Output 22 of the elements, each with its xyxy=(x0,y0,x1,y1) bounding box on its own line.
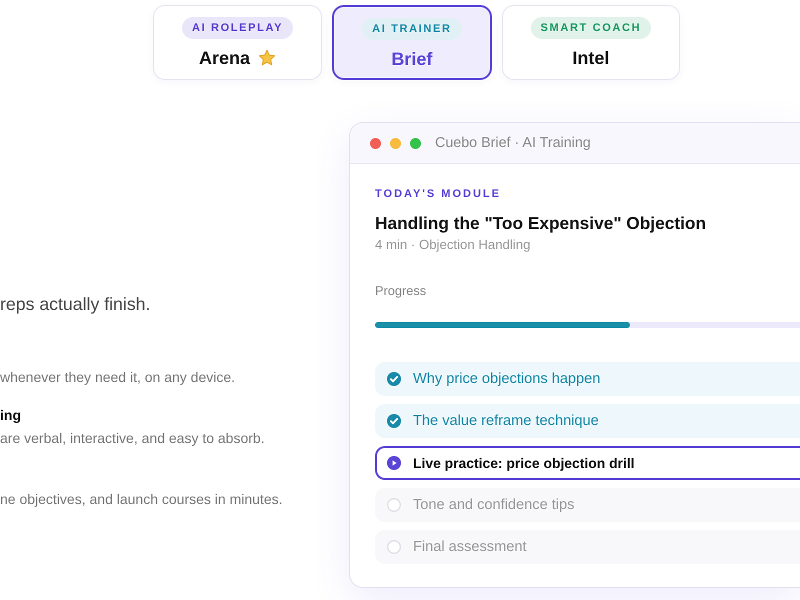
module-meta: 4 min · Objection Handling xyxy=(375,236,532,253)
lesson-item[interactable]: Why price objections happen xyxy=(375,362,800,396)
intro-text: reps actually finish. xyxy=(0,293,152,316)
product-tab[interactable]: AI TRAINER Brief xyxy=(332,5,492,80)
window-title: Cuebo Brief · AI Training xyxy=(435,135,591,151)
category-badge: AI ROLEPLAY xyxy=(182,17,294,39)
feature-title: ing xyxy=(0,406,22,425)
close-control-icon xyxy=(370,138,381,148)
product-tab[interactable]: AI ROLEPLAY Arena xyxy=(153,5,322,80)
feature-description: are verbal, interactive, and easy to absorb. xyxy=(0,429,266,448)
lesson-item[interactable]: The value reframe technique xyxy=(375,404,800,438)
feature-description: whenever they need it, on any device. xyxy=(0,368,236,387)
minimize-control-icon xyxy=(390,138,401,148)
section-label: TODAY'S MODULE xyxy=(375,187,502,201)
module-title: Handling the "Too Expensive" Objection xyxy=(375,212,708,235)
progress-label: Progress xyxy=(375,282,428,299)
lesson-item[interactable]: Live practice: price objection drill xyxy=(375,446,800,480)
category-badge: AI TRAINER xyxy=(362,18,462,40)
category-badge: SMART COACH xyxy=(530,17,652,39)
product-tab[interactable]: SMART COACH Intel xyxy=(502,5,680,80)
zoom-control-icon xyxy=(410,138,421,148)
feature-description: ne objectives, and launch courses in minutes. xyxy=(0,490,284,509)
